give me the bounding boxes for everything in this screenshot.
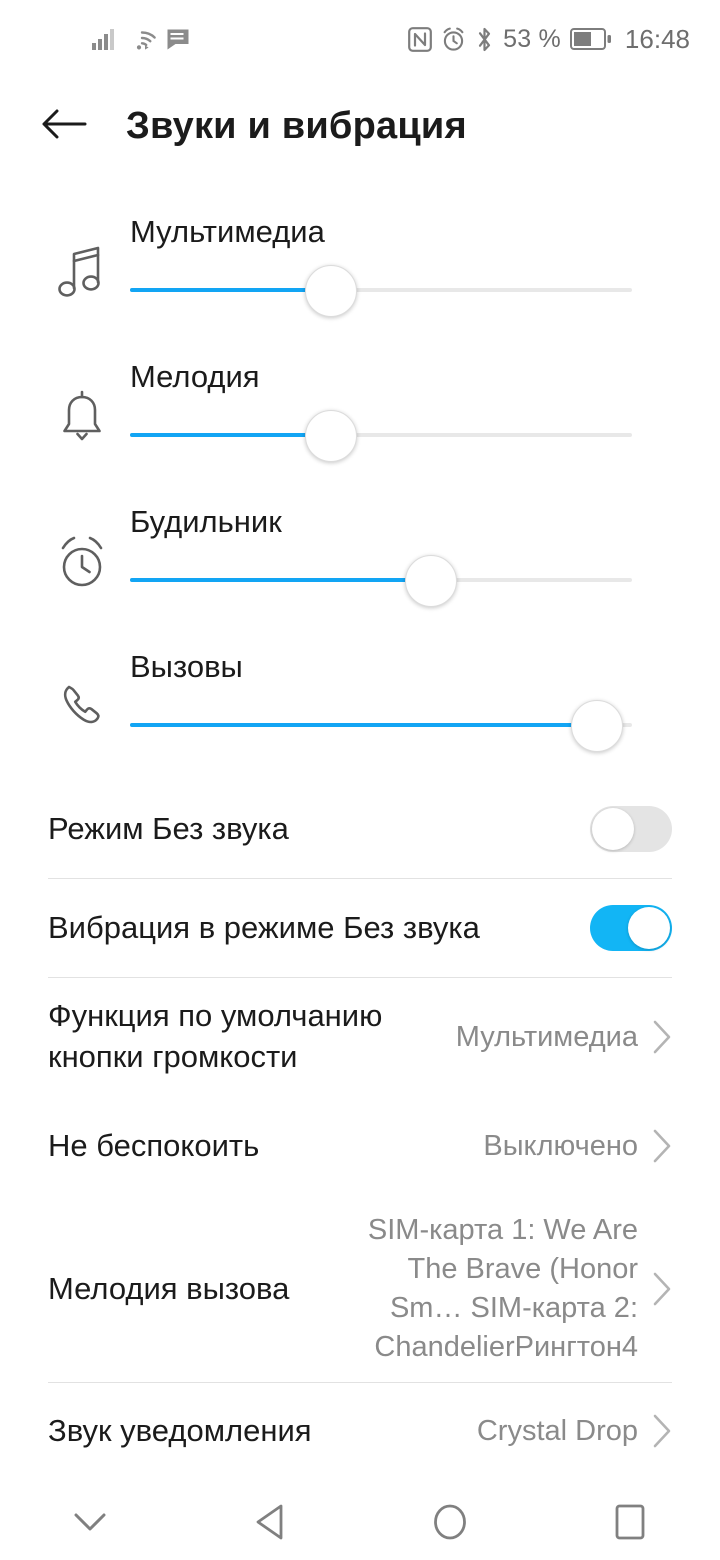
slider-body-media: Мультимедиа [130, 200, 632, 345]
back-arrow-icon [41, 106, 87, 147]
back-triangle-icon [253, 1503, 287, 1546]
slider-row-ringtone: Мелодия [0, 345, 720, 490]
chevron-right-icon [652, 1129, 672, 1163]
row-label-volume-key-default: Функция по умолчанию кнопки громкости [48, 998, 383, 1074]
toggle-knob [628, 907, 670, 949]
slider-calls[interactable] [130, 700, 632, 752]
volume-sliders-section: Мультимедиа Мелодия Будильник Вызовы [0, 174, 720, 780]
back-button[interactable] [36, 98, 92, 154]
row-value-notification-sound: Crystal Drop [476, 1414, 638, 1447]
slider-media[interactable] [130, 265, 632, 317]
slider-thumb-alarm[interactable] [405, 555, 458, 607]
message-icon [166, 28, 190, 51]
row-value-volume-key-default: Мультимедиа [455, 1020, 638, 1053]
slider-row-alarm: Будильник [0, 490, 720, 635]
signal-bars-icon [92, 28, 118, 50]
battery-icon [569, 28, 612, 50]
row-volume-key-default[interactable]: Функция по умолчанию кнопки громкости Му… [0, 978, 720, 1096]
settings-list: Режим Без звука Вибрация в режиме Без зв… [0, 780, 720, 1096]
chevron-right-icon [652, 1020, 672, 1054]
slider-fill [130, 723, 597, 727]
slider-alarm[interactable] [130, 555, 632, 607]
recents-square-icon [613, 1503, 647, 1546]
slider-label-media: Мультимедиа [130, 214, 325, 249]
slider-thumb-ringtone[interactable] [304, 410, 357, 462]
page-title: Звуки и вибрация [126, 104, 467, 147]
status-bar: 53 % 16:48 [0, 0, 720, 78]
sounds-section: Мелодия вызова SIM-карта 1: We Are The B… [0, 1196, 720, 1479]
slider-fill [130, 433, 331, 437]
recents-nav-button[interactable] [540, 1479, 720, 1560]
status-bar-clock: 16:48 [624, 23, 690, 54]
slider-ringtone[interactable] [130, 410, 632, 462]
slider-fill [130, 578, 432, 582]
bell-icon [34, 389, 130, 447]
row-label-notification-sound: Звук уведомления [48, 1412, 312, 1448]
toggle-knob [592, 808, 634, 850]
phone-handset-icon [34, 679, 130, 737]
slider-thumb-calls[interactable] [570, 700, 623, 752]
slider-body-alarm: Будильник [130, 490, 632, 635]
slider-row-media: Мультимедиа [0, 200, 720, 345]
slider-fill [130, 288, 331, 292]
bluetooth-icon [475, 27, 494, 52]
slider-thumb-media[interactable] [304, 265, 357, 317]
toggle-silent-mode[interactable] [590, 806, 672, 852]
row-label-do-not-disturb: Не беспокоить [48, 1127, 260, 1163]
status-bar-right: 53 % 16:48 [408, 24, 690, 55]
row-call-ringtone[interactable]: Мелодия вызова SIM-карта 1: We Are The B… [0, 1196, 720, 1382]
toggle-vibrate-in-silent[interactable] [590, 905, 672, 951]
alarm-icon [441, 27, 466, 52]
row-value-do-not-disturb: Выключено [483, 1129, 638, 1162]
row-label-call-ringtone: Мелодия вызова [48, 1270, 290, 1306]
battery-percent: 53 % [503, 24, 561, 53]
row-vibrate-in-silent[interactable]: Вибрация в режиме Без звука [0, 879, 720, 977]
music-note-icon [34, 244, 130, 302]
row-notification-sound[interactable]: Звук уведомления Crystal Drop [0, 1383, 720, 1479]
slider-body-calls: Вызовы [130, 635, 632, 780]
dnd-section: Не беспокоить Выключено [0, 1096, 720, 1196]
wifi-icon [127, 27, 157, 51]
row-do-not-disturb[interactable]: Не беспокоить Выключено [0, 1096, 720, 1196]
status-bar-left [92, 27, 190, 51]
row-label-vibrate-in-silent: Вибрация в режиме Без звука [48, 909, 480, 945]
home-circle-icon [432, 1503, 468, 1546]
chevron-right-icon [652, 1272, 672, 1306]
hide-navbar-button[interactable] [0, 1479, 180, 1560]
row-label-silent-mode: Режим Без звука [48, 810, 289, 846]
slider-label-calls: Вызовы [130, 649, 243, 684]
nfc-icon [408, 26, 433, 52]
chevron-down-icon [73, 1511, 107, 1538]
slider-row-calls: Вызовы [0, 635, 720, 780]
back-nav-button[interactable] [180, 1479, 360, 1560]
row-silent-mode[interactable]: Режим Без звука [0, 780, 720, 878]
settings-screen: 53 % 16:48 Звуки и вибрация Мультимедиа … [0, 0, 720, 1560]
slider-label-ringtone: Мелодия [130, 359, 260, 394]
slider-body-ringtone: Мелодия [130, 345, 632, 490]
alarm-clock-icon [34, 534, 130, 592]
navigation-bar [0, 1479, 720, 1560]
chevron-right-icon [652, 1414, 672, 1448]
slider-label-alarm: Будильник [130, 504, 282, 539]
title-bar: Звуки и вибрация [0, 78, 720, 174]
home-nav-button[interactable] [360, 1479, 540, 1560]
row-value-call-ringtone: SIM-карта 1: We Are The Brave (Honor Sm…… [367, 1214, 638, 1363]
